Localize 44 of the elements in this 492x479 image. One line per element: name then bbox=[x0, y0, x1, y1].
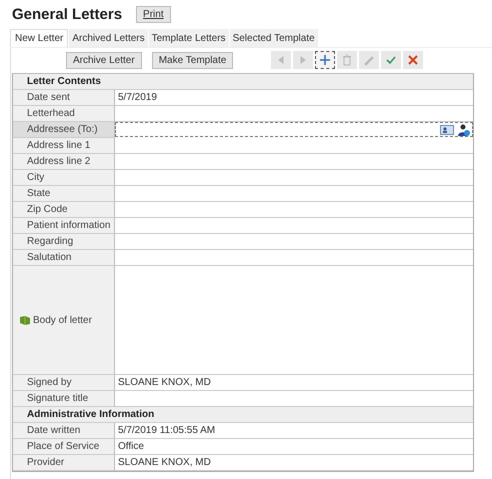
field-label: Place of Service bbox=[13, 439, 115, 455]
field-label: Salutation bbox=[13, 250, 115, 266]
print-button[interactable]: Print bbox=[136, 6, 171, 22]
tab[interactable]: New Letter bbox=[10, 29, 68, 47]
close-icon bbox=[407, 54, 420, 66]
archive-letter-button[interactable]: Archive Letter bbox=[66, 52, 142, 68]
book-icon bbox=[19, 314, 31, 326]
tab[interactable]: Selected Template bbox=[230, 29, 318, 47]
trash-icon bbox=[341, 54, 354, 66]
input-field[interactable]: SLOANE KNOX, MD bbox=[115, 455, 473, 471]
cancel-button[interactable] bbox=[403, 51, 424, 69]
section-header: Letter Contents bbox=[13, 74, 473, 90]
field-label: Zip Code bbox=[13, 202, 115, 218]
tab[interactable]: Template Letters bbox=[148, 29, 229, 47]
plus-icon bbox=[319, 54, 332, 66]
field-label: City bbox=[13, 170, 115, 186]
field-label: Signed by bbox=[13, 375, 115, 391]
field-label: Address line 1 bbox=[13, 138, 115, 154]
input-field[interactable]: Office bbox=[115, 439, 473, 455]
add-button[interactable] bbox=[315, 51, 336, 69]
make-template-button[interactable]: Make Template bbox=[152, 52, 234, 68]
field-label: Date written bbox=[13, 423, 115, 439]
contact-card-icon[interactable] bbox=[440, 124, 454, 136]
field-label: Regarding bbox=[13, 234, 115, 250]
page-title: General Letters bbox=[12, 6, 122, 22]
field-label: Letterhead bbox=[13, 106, 115, 122]
tab[interactable]: Archived Letters bbox=[69, 29, 148, 47]
field-label: Patient information bbox=[13, 218, 115, 234]
field-label: Provider bbox=[13, 455, 115, 471]
section-header: Administrative Information bbox=[13, 407, 473, 423]
person-icon[interactable] bbox=[457, 124, 471, 136]
input-field[interactable] bbox=[115, 122, 473, 137]
input-field[interactable]: 5/7/2019 11:05:55 AM bbox=[115, 423, 473, 439]
pencil-icon bbox=[363, 54, 376, 66]
input-field[interactable]: 5/7/2019 bbox=[115, 90, 473, 106]
field-label: Body of letter bbox=[33, 314, 92, 326]
input-field[interactable]: SLOANE KNOX, MD bbox=[115, 375, 473, 391]
field-label: Signature title bbox=[13, 391, 115, 407]
field-label: State bbox=[13, 186, 115, 202]
checkmark-icon bbox=[385, 54, 398, 66]
save-button[interactable] bbox=[381, 51, 402, 69]
field-label: Address line 2 bbox=[13, 154, 115, 170]
field-label: Addressee (To:) bbox=[13, 122, 115, 138]
field-label: Date sent bbox=[13, 90, 115, 106]
